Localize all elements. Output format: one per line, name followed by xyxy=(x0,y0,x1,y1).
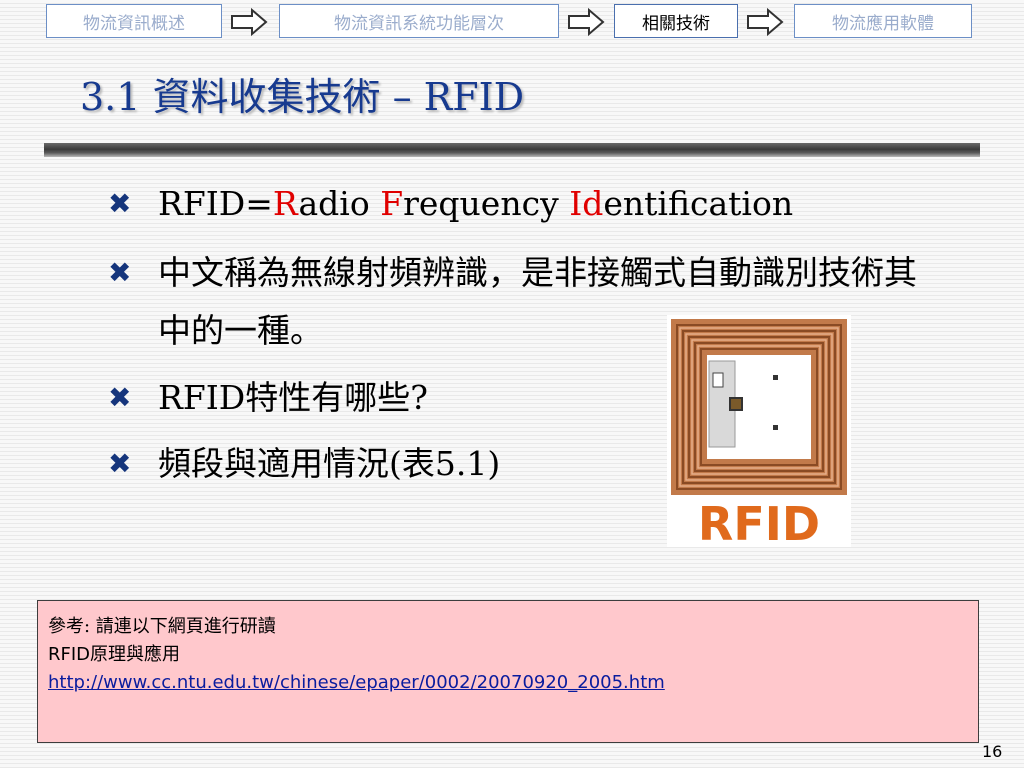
breadcrumb-nav: 物流資訊概述 物流資訊系統功能層次 相關技術 物流應用軟體 xyxy=(0,4,1024,40)
reference-link[interactable]: http://www.cc.ntu.edu.tw/chinese/epaper/… xyxy=(48,672,665,693)
reference-box: 參考: 請連以下網頁進行研讀 RFID原理與應用 http://www.cc.n… xyxy=(37,600,979,743)
x-bullet-icon: ✖ xyxy=(108,381,132,414)
bullet-text: RFID特性有哪些? xyxy=(158,378,428,417)
reference-label: 參考: xyxy=(48,616,91,637)
slide-title: 3.1 資料收集技術 – RFID xyxy=(80,75,525,119)
x-bullet-icon: ✖ xyxy=(108,447,132,480)
bullet-text: RFID=Radio Frequency Identification xyxy=(158,184,793,223)
bullet-text-part: adio xyxy=(298,184,381,223)
bullet-text-part: entification xyxy=(603,184,794,223)
title-divider xyxy=(44,143,980,157)
rfid-tag-image: RFID xyxy=(667,315,851,547)
bullet-text-part: RFID= xyxy=(158,184,273,223)
highlight-letter: Id xyxy=(569,184,604,223)
nav-item-related-tech[interactable]: 相關技術 xyxy=(614,4,738,38)
arrow-right-icon xyxy=(231,7,268,37)
bullet-text-part: requency xyxy=(403,184,570,223)
bullet-text: 頻段與適用情況(表5.1) xyxy=(158,444,501,483)
rfid-logo: RFID xyxy=(698,497,820,547)
nav-item-logistics-info-overview[interactable]: 物流資訊概述 xyxy=(46,4,222,38)
reference-topic: RFID原理與應用 xyxy=(48,644,181,665)
highlight-letter: R xyxy=(272,184,299,223)
x-bullet-icon: ✖ xyxy=(108,187,132,220)
nav-item-system-levels[interactable]: 物流資訊系統功能層次 xyxy=(279,4,559,38)
reference-intro: 參考: 請連以下網頁進行研讀 xyxy=(48,613,968,641)
nav-item-logistics-software[interactable]: 物流應用軟體 xyxy=(794,4,972,38)
arrow-right-icon xyxy=(747,7,784,37)
arrow-right-icon xyxy=(568,7,605,37)
bullet-item: ✖ RFID=Radio Frequency Identification xyxy=(108,176,938,232)
page-number: 16 xyxy=(982,742,1003,761)
reference-intro-text: 請連以下網頁進行研讀 xyxy=(90,616,276,637)
highlight-letter: F xyxy=(380,184,404,223)
x-bullet-icon: ✖ xyxy=(108,256,132,289)
